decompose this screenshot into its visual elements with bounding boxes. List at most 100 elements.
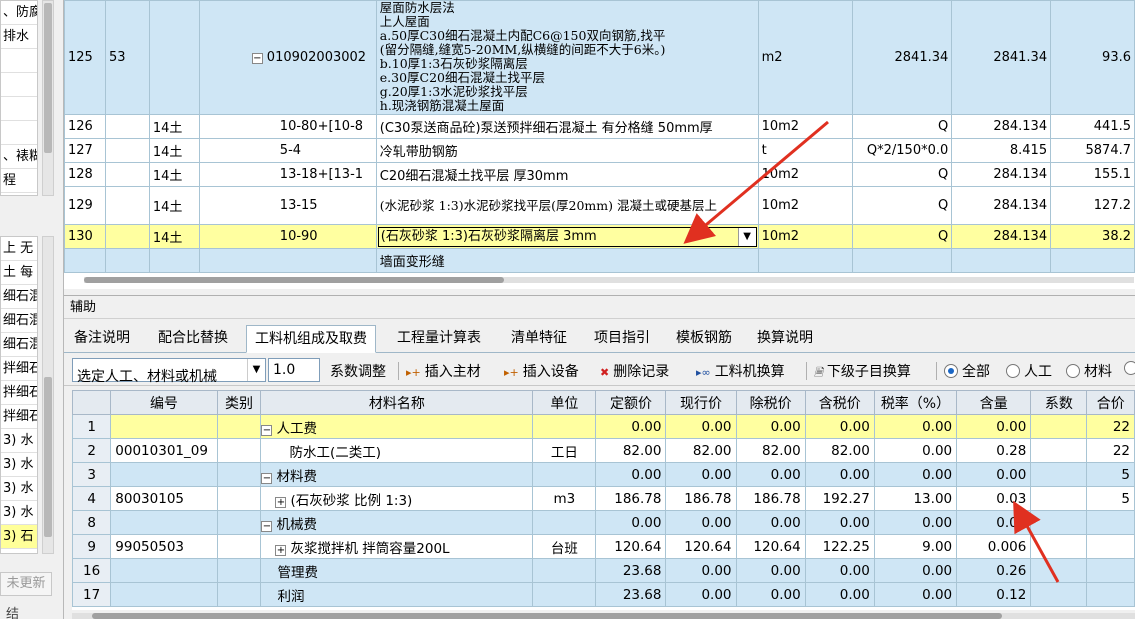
- content-cell[interactable]: 0.00: [956, 462, 1032, 487]
- tab-7[interactable]: 模板钢筋: [676, 325, 732, 353]
- current-price-cell[interactable]: 0.00: [665, 510, 737, 535]
- unit-cell[interactable]: [532, 414, 597, 439]
- code-cell[interactable]: 10-90: [198, 224, 377, 249]
- row-number-cell[interactable]: 2: [72, 438, 112, 463]
- coefficient-cell[interactable]: [1030, 462, 1088, 487]
- quantity-cell[interactable]: 2841.34: [951, 0, 1052, 115]
- left-list-top[interactable]: 、防腐排水、裱糊程: [0, 0, 38, 196]
- sub-convert-button[interactable]: 🗎 下级子目换算: [814, 361, 911, 383]
- row-number-cell[interactable]: 125: [64, 0, 106, 115]
- pretax-price-cell[interactable]: 0.00: [735, 558, 806, 583]
- tab-2[interactable]: 配合比替换: [158, 325, 228, 353]
- bill-row[interactable]: 126 14土 10-80+[10-8 (C30泵送商品砼)泵送预拌细石混凝土 有分格…: [64, 114, 1135, 139]
- coefficient-input[interactable]: 1.0: [268, 358, 320, 382]
- update-button[interactable]: 未更新: [0, 572, 52, 596]
- quantity-cell[interactable]: 284.134: [951, 186, 1052, 225]
- column-header[interactable]: 合价: [1086, 390, 1135, 415]
- code-cell[interactable]: 13-15: [198, 186, 377, 225]
- pretax-price-cell[interactable]: 120.64: [735, 534, 806, 559]
- bill-row[interactable]: 127 14土 5-4 冷轧带肋钢筋 t Q*2/150*0.0 8.415 5874.7: [64, 138, 1135, 163]
- category-cell[interactable]: 14土: [148, 162, 200, 187]
- content-cell[interactable]: 0.12: [956, 582, 1032, 607]
- category-cell[interactable]: [216, 486, 262, 511]
- left-list-item[interactable]: 、防腐: [1, 1, 37, 25]
- code-cell[interactable]: 00010301_09: [110, 438, 218, 463]
- code-cell[interactable]: [110, 414, 218, 439]
- filter-labor-radio[interactable]: 人工: [1006, 361, 1052, 381]
- total-cell[interactable]: 5: [1086, 486, 1135, 511]
- quota-price-cell[interactable]: 186.78: [595, 486, 667, 511]
- left-list-item[interactable]: 排水: [1, 25, 37, 49]
- tax-rate-cell[interactable]: 0.00: [873, 462, 958, 487]
- left-list-item[interactable]: 细石混: [1, 285, 37, 309]
- resource-row[interactable]: 8− 机械费 0.00 0.00 0.00 0.00 0.00 0.00: [72, 510, 1135, 535]
- delete-record-button[interactable]: ✖ 删除记录: [600, 361, 669, 381]
- content-cell[interactable]: 0.00: [956, 510, 1032, 535]
- category-cell[interactable]: [216, 558, 262, 583]
- column-header[interactable]: 含量: [956, 390, 1032, 415]
- tab-6[interactable]: 项目指引: [594, 325, 650, 353]
- collapse-icon[interactable]: −: [261, 424, 273, 436]
- unit-cell[interactable]: [532, 558, 597, 583]
- sequence-cell[interactable]: [104, 248, 150, 273]
- category-cell[interactable]: 14土: [148, 114, 200, 139]
- tax-rate-cell[interactable]: 0.00: [873, 558, 958, 583]
- taxed-price-cell[interactable]: 0.00: [804, 510, 875, 535]
- expand-icon[interactable]: +: [275, 544, 287, 556]
- collapse-icon[interactable]: −: [251, 53, 263, 64]
- total-cell[interactable]: 5: [1086, 462, 1135, 487]
- description-cell[interactable]: C20细石混凝土找平层 厚30mm: [375, 162, 759, 187]
- sequence-cell[interactable]: [104, 186, 150, 225]
- unit-cell[interactable]: [532, 582, 597, 607]
- quota-price-cell[interactable]: 23.68: [595, 582, 667, 607]
- column-header[interactable]: 含税价: [804, 390, 875, 415]
- pretax-price-cell[interactable]: 0.00: [735, 414, 806, 439]
- quota-price-cell[interactable]: 0.00: [595, 462, 667, 487]
- sequence-cell[interactable]: [104, 224, 150, 249]
- current-price-cell[interactable]: 0.00: [665, 414, 737, 439]
- sequence-cell[interactable]: [104, 114, 150, 139]
- left-list-item[interactable]: 3) 水: [1, 477, 37, 501]
- unit-cell[interactable]: [757, 248, 854, 273]
- code-cell[interactable]: [110, 462, 218, 487]
- quota-price-cell[interactable]: 0.00: [595, 414, 667, 439]
- description-cell[interactable]: 墙面变形缝: [375, 248, 759, 273]
- coefficient-cell[interactable]: [1030, 558, 1088, 583]
- row-number-cell[interactable]: 3: [72, 462, 112, 487]
- column-header[interactable]: [72, 390, 112, 415]
- unit-cell[interactable]: [532, 462, 597, 487]
- taxed-price-cell[interactable]: 0.00: [804, 558, 875, 583]
- content-cell[interactable]: 0.03: [956, 486, 1032, 511]
- tab-5[interactable]: 清单特征: [511, 325, 567, 353]
- left-list-item[interactable]: 拌细石: [1, 357, 37, 381]
- bill-row[interactable]: 128 14土 13-18+[13-1 C20细石混凝土找平层 厚30mm 10m2 Q 2…: [64, 162, 1135, 187]
- left-list-item[interactable]: 3) 石: [1, 525, 37, 549]
- unit-cell[interactable]: 10m2: [757, 162, 854, 187]
- bill-row[interactable]: 130 14土 10-90 (石灰砂浆 1:3)石灰砂浆隔离层 3mm ▼ 10m2 Q 28…: [64, 224, 1135, 249]
- left-list-item[interactable]: 上 无: [1, 237, 37, 261]
- current-price-cell[interactable]: 0.00: [665, 558, 737, 583]
- unit-cell[interactable]: 工日: [532, 438, 597, 463]
- quantity-expression-cell[interactable]: Q: [852, 186, 953, 225]
- bottom-horizontal-scrollbar[interactable]: [72, 613, 1135, 619]
- row-number-cell[interactable]: 128: [64, 162, 106, 187]
- description-editor[interactable]: (石灰砂浆 1:3)石灰砂浆隔离层 3mm ▼: [377, 226, 757, 247]
- taxed-price-cell[interactable]: 0.00: [804, 414, 875, 439]
- code-cell[interactable]: [110, 582, 218, 607]
- tax-rate-cell[interactable]: 13.00: [873, 486, 958, 511]
- unit-cell[interactable]: 10m2: [757, 186, 854, 225]
- column-header[interactable]: 系数: [1030, 390, 1088, 415]
- quota-price-cell[interactable]: 120.64: [595, 534, 667, 559]
- category-cell[interactable]: [216, 534, 262, 559]
- quantity-cell[interactable]: 8.415: [951, 138, 1052, 163]
- unit-cell[interactable]: m2: [757, 0, 854, 115]
- tax-rate-cell[interactable]: 0.00: [873, 414, 958, 439]
- coefficient-cell[interactable]: [1030, 486, 1088, 511]
- quantity-cell[interactable]: 284.134: [951, 162, 1052, 187]
- taxed-price-cell[interactable]: 0.00: [804, 582, 875, 607]
- quantity-cell[interactable]: 284.134: [951, 224, 1052, 249]
- total-cell[interactable]: [1086, 534, 1135, 559]
- content-cell[interactable]: 0.26: [956, 558, 1032, 583]
- top-horizontal-scrollbar[interactable]: [84, 277, 1134, 283]
- tax-rate-cell[interactable]: 0.00: [873, 582, 958, 607]
